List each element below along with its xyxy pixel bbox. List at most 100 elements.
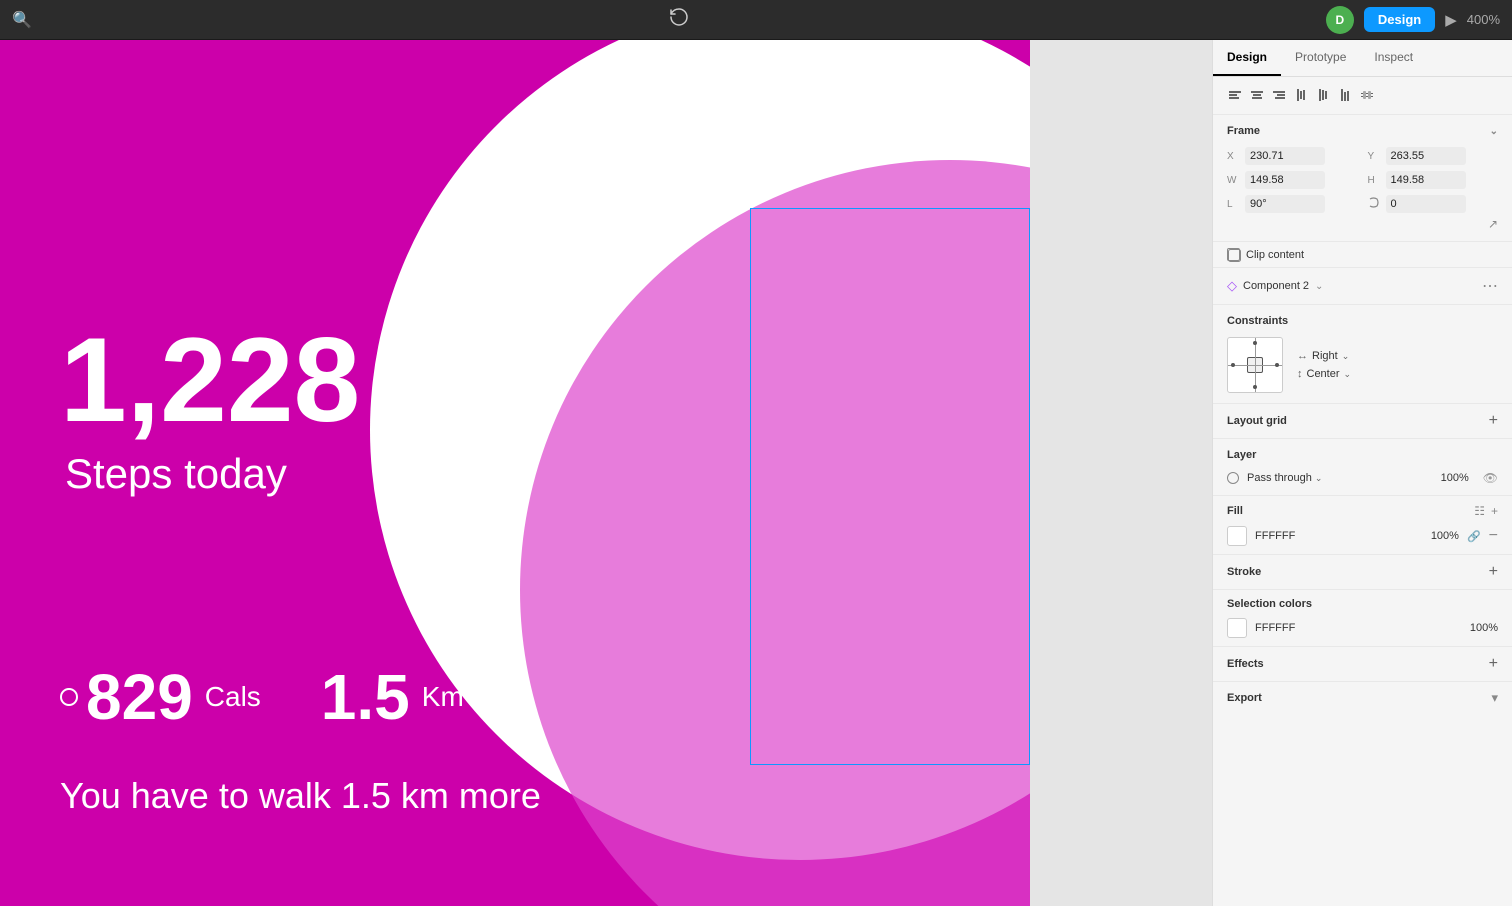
export-title: Export — [1227, 692, 1262, 704]
constraint-v-label: Center — [1307, 368, 1340, 380]
avatar-button[interactable]: D — [1326, 6, 1354, 34]
tab-inspect[interactable]: Inspect — [1360, 40, 1427, 76]
add-layout-grid-button[interactable]: + — [1489, 412, 1498, 430]
play-icon[interactable]: ▶ — [1445, 11, 1457, 29]
fill-icons: ☷ + — [1474, 504, 1498, 518]
align-top-icon[interactable] — [1293, 87, 1309, 106]
undo-icon[interactable] — [668, 6, 690, 33]
tab-design[interactable]: Design — [1213, 40, 1281, 76]
component-label: Component 2 — [1243, 280, 1309, 292]
align-right-icon[interactable] — [1271, 87, 1287, 106]
fill-title: Fill — [1227, 505, 1243, 517]
constraint-horizontal[interactable]: ↔ Right ⌄ — [1297, 350, 1351, 362]
component-name: ◇ Component 2 ⌄ — [1227, 278, 1323, 294]
fill-color-hex[interactable]: FFFFFF — [1255, 530, 1423, 542]
field-h-input[interactable] — [1386, 171, 1466, 189]
cw-dot-bottom — [1253, 385, 1257, 389]
fill-color-swatch[interactable] — [1227, 526, 1247, 546]
canvas-content: 1,228 Steps today 829 Cals 1.5 Km's You … — [0, 40, 1212, 906]
constraints-section: Constraints ↔ Right ⌄ — [1213, 305, 1512, 404]
cals-stat: 829 Cals — [60, 660, 261, 734]
add-fill-button[interactable]: + — [1491, 504, 1498, 518]
constraints-grid: ↔ Right ⌄ ↕ Center ⌄ — [1227, 337, 1498, 393]
selection-colors-title: Selection colors — [1227, 598, 1498, 610]
cw-dot-right — [1275, 363, 1279, 367]
walk-text: You have to walk 1.5 km more — [60, 775, 541, 817]
clip-content-label: Clip content — [1246, 249, 1304, 261]
component-chevron[interactable]: ⌄ — [1315, 281, 1323, 292]
right-panel: Design Prototype Inspect — [1212, 40, 1512, 906]
add-effect-button[interactable]: + — [1489, 655, 1498, 673]
effects-section: Effects + — [1213, 647, 1512, 682]
clip-content-row: Clip content — [1213, 242, 1512, 268]
selection-color-opacity[interactable]: 100% — [1470, 622, 1498, 634]
constraints-title: Constraints — [1227, 315, 1498, 327]
constraint-h-label: Right — [1312, 350, 1338, 362]
canvas[interactable]: 1,228 Steps today 829 Cals 1.5 Km's You … — [0, 40, 1212, 906]
effects-title: Effects — [1227, 658, 1264, 670]
selection-colors-section: Selection colors FFFFFF 100% — [1213, 590, 1512, 647]
layer-mode-icon — [1227, 472, 1239, 484]
cals-number: 829 — [86, 660, 193, 734]
search-icon[interactable]: 🔍 — [12, 10, 32, 30]
constraint-h-chevron: ⌄ — [1342, 351, 1350, 362]
field-y: Y — [1368, 147, 1499, 165]
field-y-input[interactable] — [1386, 147, 1466, 165]
constraint-dropdowns: ↔ Right ⌄ ↕ Center ⌄ — [1297, 350, 1351, 380]
export-expand-icon[interactable]: ▾ — [1491, 690, 1498, 706]
field-l-label: L — [1227, 199, 1241, 210]
fill-opacity[interactable]: 100% — [1431, 530, 1459, 542]
cals-circle — [60, 688, 78, 706]
more-options-button[interactable]: ⋯ — [1482, 276, 1498, 296]
fill-section: Fill ☷ + FFFFFF 100% 🔗 − — [1213, 496, 1512, 555]
field-w-input[interactable] — [1245, 171, 1325, 189]
field-l-input[interactable] — [1245, 195, 1325, 213]
distribute-icon[interactable] — [1359, 87, 1375, 106]
blend-mode-select[interactable]: Pass through ⌄ — [1247, 472, 1322, 484]
vertical-arrow-icon: ↕ — [1297, 368, 1303, 380]
kms-unit: Km's — [422, 681, 483, 713]
fill-header: Fill ☷ + — [1227, 504, 1498, 518]
selection-color-hex[interactable]: FFFFFF — [1255, 622, 1462, 634]
layer-opacity[interactable]: 100% — [1441, 472, 1469, 484]
blend-mode-label: Pass through — [1247, 472, 1312, 484]
align-center-h-icon[interactable] — [1249, 87, 1265, 106]
frame-title: Frame ⌄ — [1227, 125, 1498, 137]
tab-prototype[interactable]: Prototype — [1281, 40, 1360, 76]
fill-link-icon[interactable]: 🔗 — [1467, 530, 1481, 543]
frame-fields: X Y W H L — [1227, 147, 1498, 213]
layer-title: Layer — [1227, 449, 1498, 461]
topbar-right: D Design ▶ 400% — [1326, 6, 1500, 34]
topbar-center — [668, 6, 690, 33]
constraint-widget — [1227, 337, 1283, 393]
kms-number: 1.5 — [321, 660, 410, 734]
export-section: Export ▾ — [1213, 682, 1512, 714]
field-l: L — [1227, 195, 1358, 213]
add-stroke-button[interactable]: + — [1489, 563, 1498, 581]
cw-dot-top — [1253, 341, 1257, 345]
horizontal-arrow-icon: ↔ — [1297, 350, 1308, 362]
alignment-row — [1213, 77, 1512, 115]
component-row: ◇ Component 2 ⌄ ⋯ — [1213, 268, 1512, 305]
kms-stat: 1.5 Km's — [321, 660, 483, 734]
remove-fill-button[interactable]: − — [1489, 527, 1498, 545]
cals-unit: Cals — [205, 681, 261, 713]
clip-content-checkbox[interactable] — [1227, 248, 1240, 261]
align-left-icon[interactable] — [1227, 87, 1243, 106]
bottom-stats: 829 Cals 1.5 Km's — [60, 660, 483, 734]
align-bottom-icon[interactable] — [1337, 87, 1353, 106]
fill-style-icon[interactable]: ☷ — [1474, 504, 1485, 518]
field-x-input[interactable] — [1245, 147, 1325, 165]
layout-grid-row: Layout grid + — [1213, 404, 1512, 439]
selection-color-swatch[interactable] — [1227, 618, 1247, 638]
panel-tabs: Design Prototype Inspect — [1213, 40, 1512, 77]
resize-icon[interactable]: ↗ — [1488, 217, 1498, 231]
steps-number: 1,228 — [60, 320, 360, 440]
field-r-input[interactable] — [1386, 195, 1466, 213]
align-middle-icon[interactable] — [1315, 87, 1331, 106]
share-button[interactable]: Design — [1364, 7, 1435, 32]
visibility-toggle[interactable]: 👁 — [1483, 471, 1498, 485]
constraint-vertical[interactable]: ↕ Center ⌄ — [1297, 368, 1351, 380]
field-x-label: X — [1227, 151, 1241, 162]
field-r-label — [1368, 197, 1382, 211]
